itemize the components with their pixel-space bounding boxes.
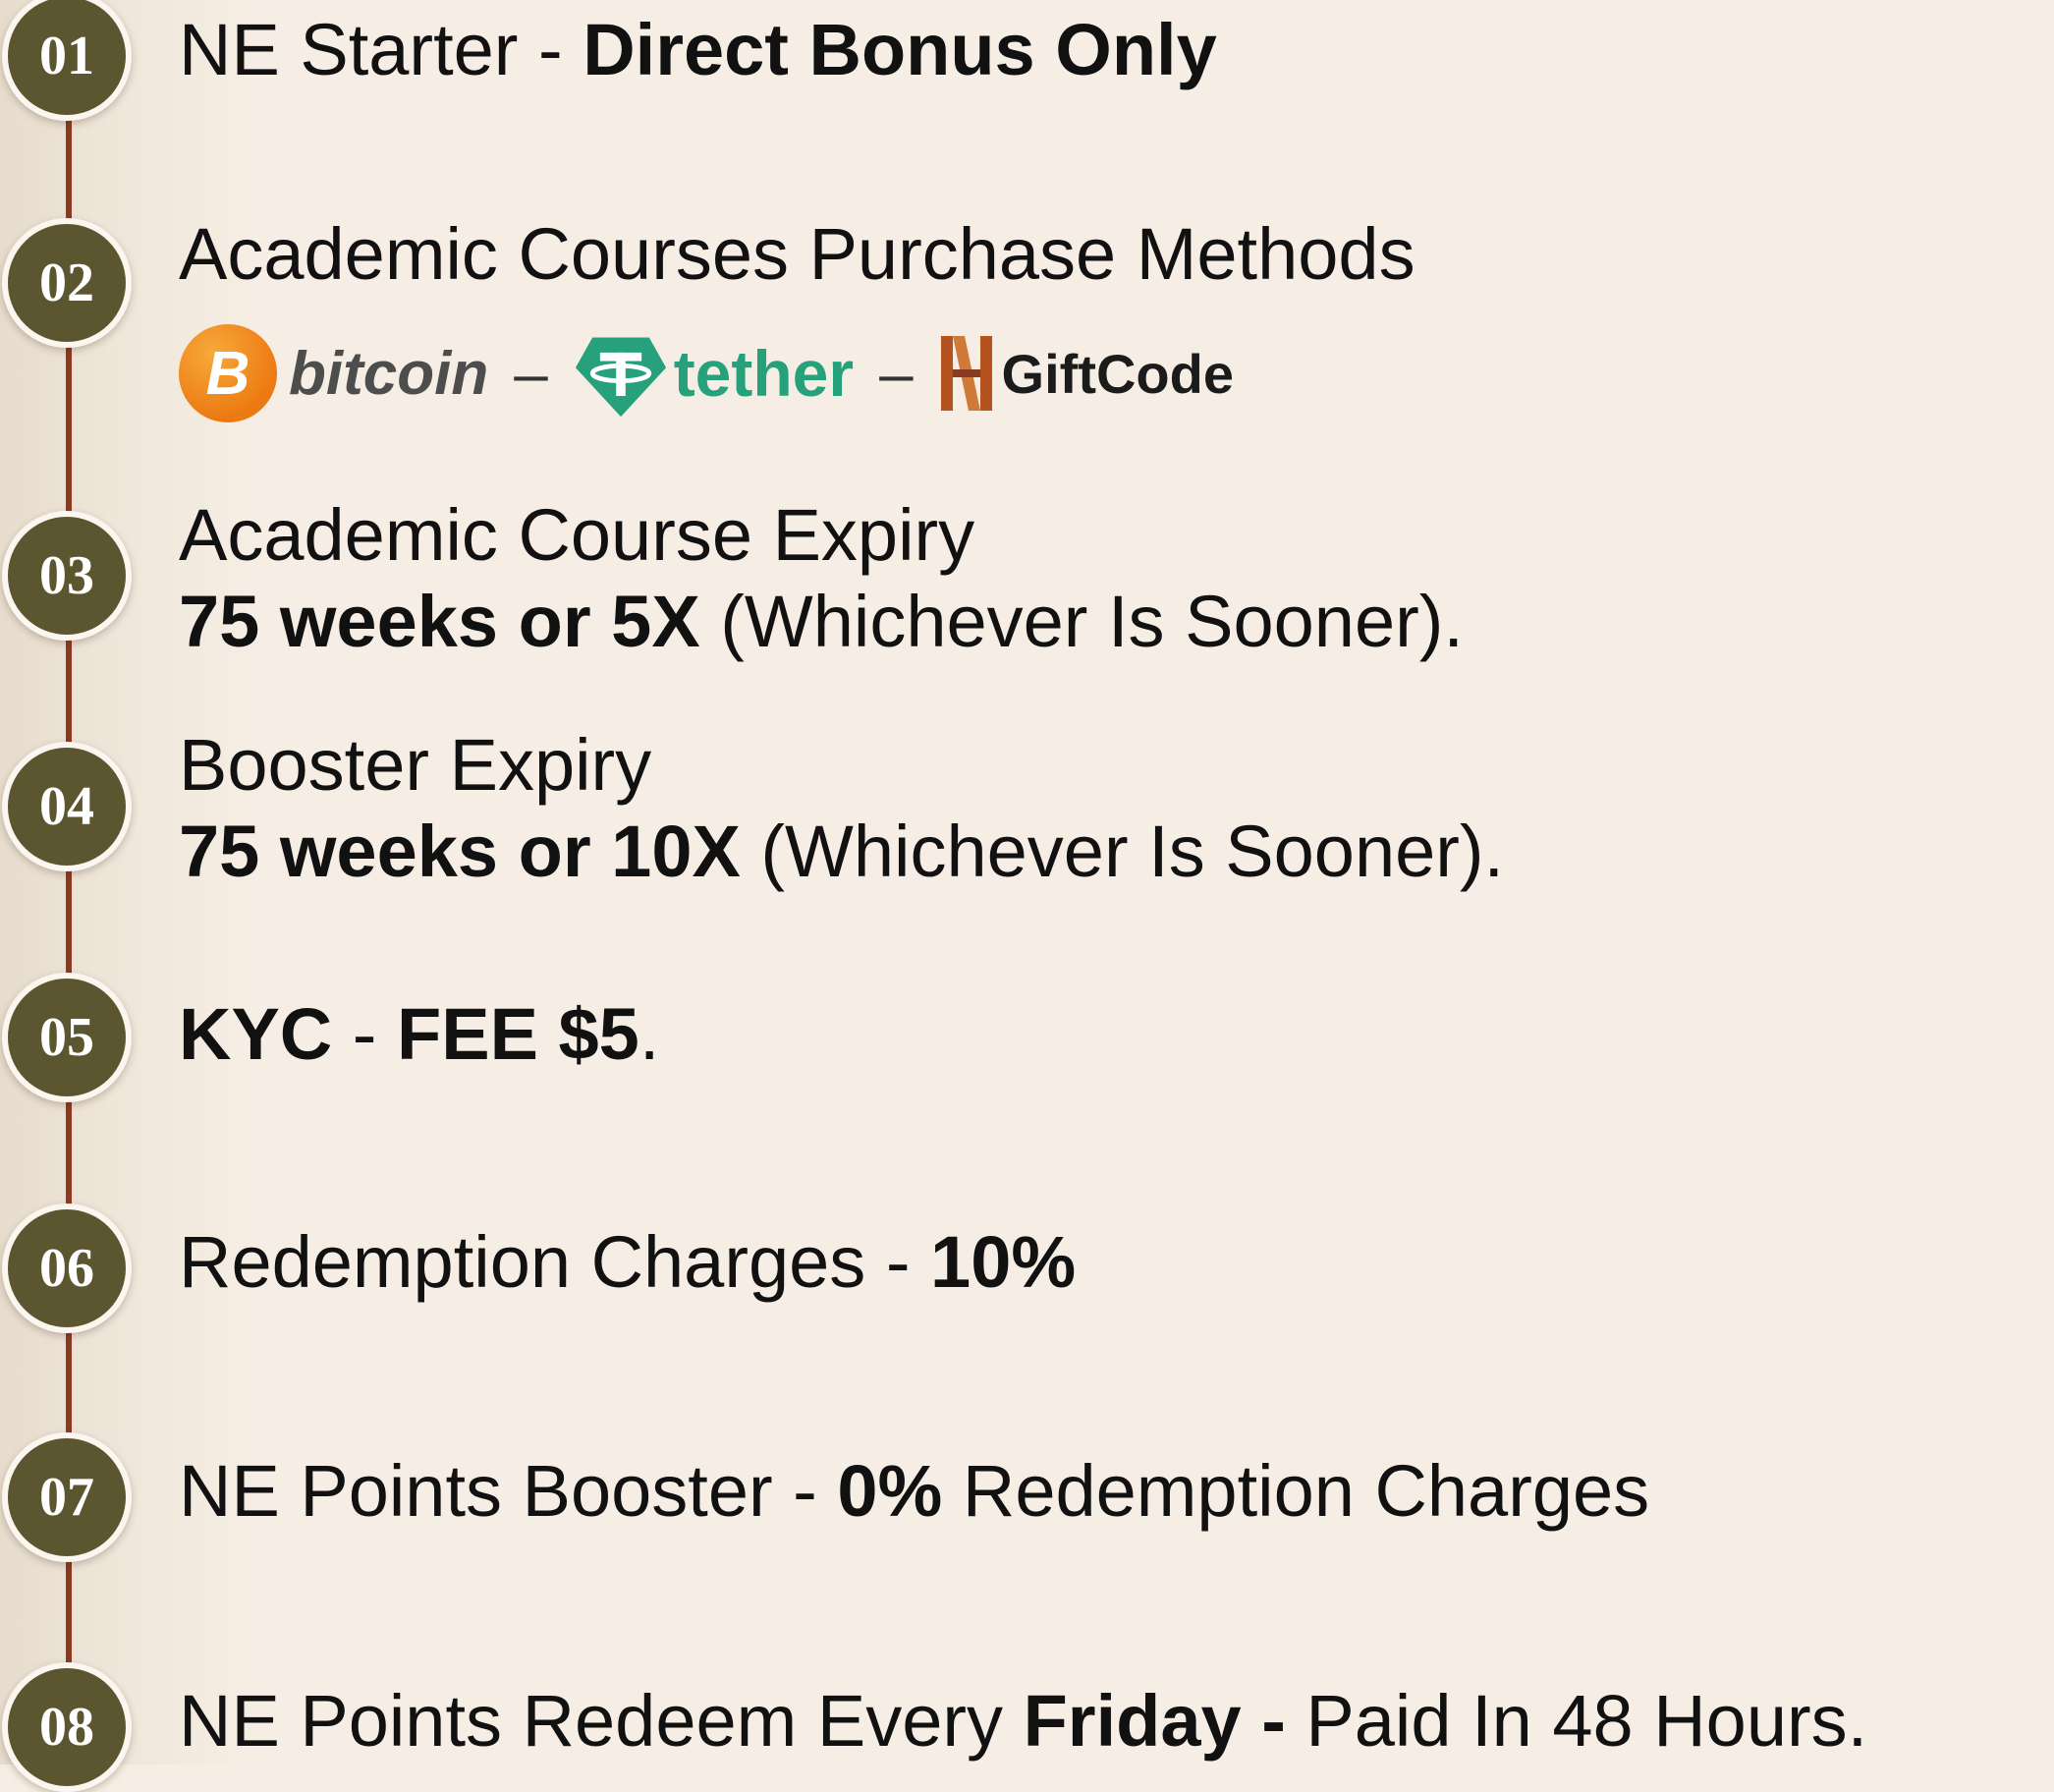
tether-label: tether <box>673 337 855 410</box>
bitcoin-label: bitcoin <box>289 339 489 408</box>
step-05-badge: 05 <box>2 973 132 1102</box>
step-07-text: NE Points Booster - 0% Redemption Charge… <box>179 1450 1650 1532</box>
step-03-detail: 75 weeks or 5X (Whichever Is Sooner). <box>179 581 1464 662</box>
step-06-text: Redemption Charges - 10% <box>179 1221 1077 1303</box>
separator: – <box>514 339 548 408</box>
step-05-text: KYC - FEE $5. <box>179 993 660 1075</box>
step-04-badge: 04 <box>2 742 132 871</box>
step-07-badge: 07 <box>2 1432 132 1562</box>
giftcode-label: GiftCode <box>1001 342 1234 405</box>
step-03-title: Academic Course Expiry <box>179 494 975 576</box>
step-08-badge: 08 <box>2 1662 132 1792</box>
step-06-badge: 06 <box>2 1204 132 1333</box>
step-03-badge: 03 <box>2 511 132 641</box>
giftcode-logo-icon <box>940 336 992 411</box>
separator: – <box>879 339 914 408</box>
step-04-title: Booster Expiry <box>179 724 652 806</box>
step-01-text: NE Starter - Direct Bonus Only <box>179 9 1217 90</box>
step-08-text: NE Points Redeem Every Friday - Paid In … <box>179 1680 1868 1762</box>
payment-methods: B bitcoin – tether – GiftCode <box>179 324 1234 422</box>
tether-diamond-icon <box>575 337 666 418</box>
step-04-detail: 75 weeks or 10X (Whichever Is Sooner). <box>179 811 1505 892</box>
step-02-title: Academic Courses Purchase Methods <box>179 213 1416 295</box>
step-02-badge: 02 <box>2 218 132 348</box>
bitcoin-coin-icon: B <box>179 324 277 422</box>
